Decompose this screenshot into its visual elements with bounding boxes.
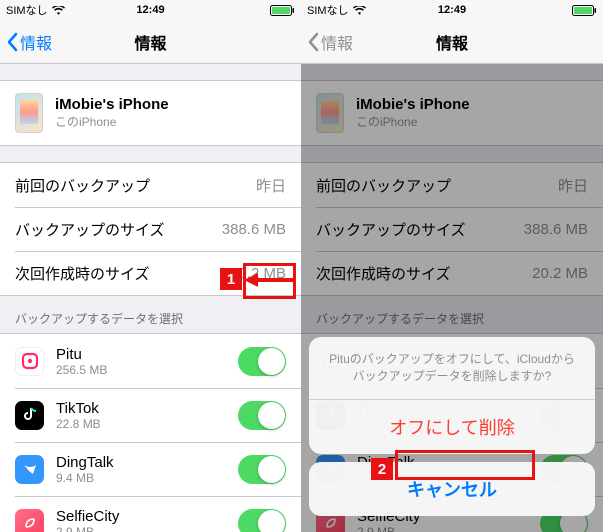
nav-title: 情報 (134, 30, 166, 54)
backup-size-label: バックアップのサイズ (15, 219, 165, 240)
action-sheet: Pituのバックアップをオフにして、iCloudからバックアップデータを削除しま… (309, 337, 595, 524)
last-backup-label: 前回のバックアップ (15, 175, 150, 196)
last-backup-row: 前回のバックアップ 昨日 (301, 163, 603, 207)
backup-size-value: 388.6 MB (222, 221, 286, 238)
app-name: Pitu (56, 346, 107, 363)
annotation-badge-2: 2 (371, 458, 393, 480)
annotation-badge-1: 1 (220, 268, 242, 290)
last-backup-row: 前回のバックアップ 昨日 (0, 163, 301, 207)
app-row-pitu: Pitu256.5 MB (0, 334, 301, 388)
device-thumbnail-icon (316, 93, 344, 133)
right-screenshot: SIMなし 12:49 情報 情報 (301, 0, 603, 532)
app-switch-selfiecity[interactable] (238, 509, 286, 532)
app-icon-dingtalk (15, 455, 44, 484)
nav-bar: 情報 情報 (0, 20, 301, 64)
sheet-cancel-label: キャンセル (407, 480, 497, 500)
app-size: 2.9 MB (56, 525, 119, 532)
app-size: 256.5 MB (56, 363, 107, 377)
apps-section-header: バックアップするデータを選択 (301, 296, 603, 333)
apps-list: Pitu256.5 MB TikTok22.8 MB DingTalk9.4 M… (0, 333, 301, 532)
nav-title: 情報 (436, 30, 468, 54)
app-icon-tiktok (15, 401, 44, 430)
chevron-left-icon (6, 32, 18, 52)
carrier-label: SIMなし (307, 2, 349, 18)
device-sub: このiPhone (55, 113, 169, 130)
clock-label: 12:49 (136, 4, 164, 16)
wifi-icon (353, 6, 366, 15)
backup-size-row: バックアップのサイズ 388.6 MB (301, 207, 603, 251)
chevron-left-icon (307, 32, 319, 52)
clock-label: 12:49 (438, 4, 466, 16)
device-name: iMobie's iPhone (55, 96, 169, 113)
carrier-label: SIMなし (6, 2, 48, 18)
device-sub: このiPhone (356, 113, 470, 130)
app-name: DingTalk (56, 454, 114, 471)
app-switch-pitu[interactable] (238, 347, 286, 376)
device-row: iMobie's iPhone このiPhone (0, 81, 301, 145)
next-size-label: 次回作成時のサイズ (15, 263, 150, 284)
nav-back-button[interactable]: 情報 (6, 30, 52, 54)
app-name: SelfieCity (56, 508, 119, 525)
nav-back-label: 情報 (20, 30, 52, 54)
app-size: 9.4 MB (56, 471, 114, 485)
nav-back-button[interactable]: 情報 (307, 30, 353, 54)
app-row-dingtalk: DingTalk9.4 MB (0, 442, 301, 496)
app-row-tiktok: TikTok22.8 MB (0, 388, 301, 442)
sheet-destructive-label: オフにして削除 (389, 418, 514, 438)
left-screenshot: SIMなし 12:49 情報 情報 (0, 0, 301, 532)
status-bar: SIMなし 12:49 (0, 0, 301, 20)
nav-bar: 情報 情報 (301, 20, 603, 64)
nav-back-label: 情報 (321, 30, 353, 54)
wifi-icon (52, 6, 65, 15)
battery-icon (270, 5, 295, 16)
sheet-destructive-button[interactable]: オフにして削除 (309, 400, 595, 454)
apps-section-header: バックアップするデータを選択 (0, 296, 301, 333)
status-bar: SIMなし 12:49 (301, 0, 603, 20)
sheet-message: Pituのバックアップをオフにして、iCloudからバックアップデータを削除しま… (309, 337, 595, 400)
device-row: iMobie's iPhone このiPhone (301, 81, 603, 145)
device-thumbnail-icon (15, 93, 43, 133)
next-size-row: 次回作成時のサイズ 20.2 MB (301, 251, 603, 295)
last-backup-value: 昨日 (256, 175, 286, 196)
app-row-selfiecity: SelfieCity2.9 MB (0, 496, 301, 532)
device-name: iMobie's iPhone (356, 96, 470, 113)
app-size: 22.8 MB (56, 417, 101, 431)
annotation-box-destructive (395, 450, 535, 480)
app-switch-tiktok[interactable] (238, 401, 286, 430)
battery-icon (572, 5, 597, 16)
app-icon-pitu (15, 347, 44, 376)
app-icon-selfiecity (15, 509, 44, 532)
annotation-arrow-icon (244, 270, 296, 290)
app-name: TikTok (56, 400, 101, 417)
app-switch-dingtalk[interactable] (238, 455, 286, 484)
backup-size-row: バックアップのサイズ 388.6 MB (0, 207, 301, 251)
